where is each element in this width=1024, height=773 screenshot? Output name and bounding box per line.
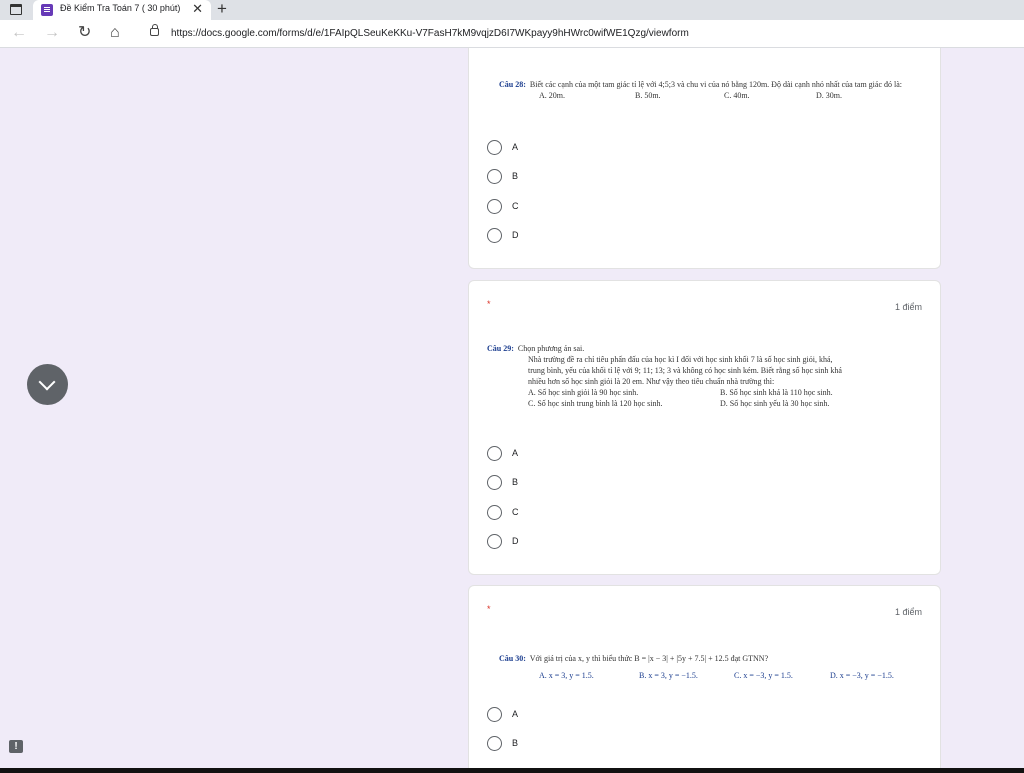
bottom-bar	[0, 768, 1024, 773]
choice-c: C. Số học sinh trung bình là 120 học sin…	[528, 399, 663, 408]
option-label: A	[512, 448, 519, 458]
option-label: A	[512, 709, 519, 719]
question-number: Câu 30:	[499, 654, 526, 663]
question-text: Nhà trường đề ra chỉ tiêu phấn đấu của h…	[487, 354, 932, 387]
question-text: Với giá trị của x, y thì biểu thức B = |…	[529, 654, 769, 663]
radio-button[interactable]	[487, 446, 502, 461]
option-label: B	[512, 738, 519, 748]
choice-d: D. Số học sinh yếu là 30 học sinh.	[720, 399, 830, 408]
question-line: Nhà trường đề ra chỉ tiêu phấn đấu của h…	[528, 355, 833, 364]
question-image: Câu 29: Chọn phương án sai. Nhà trường đ…	[487, 343, 932, 409]
tab-title: Đề Kiểm Tra Toán 7 ( 30 phút)	[60, 3, 181, 13]
choice-d: D. x = −3, y = −1.5.	[830, 671, 894, 680]
radio-button[interactable]	[487, 534, 502, 549]
question-card-29: * 1 điểm Câu 29: Chọn phương án sai. Nhà…	[468, 280, 941, 575]
choice-d: D. 30m.	[816, 91, 842, 100]
choice-b: B. 50m.	[635, 91, 661, 100]
radio-button[interactable]	[487, 140, 502, 155]
choice-a: A. x = 3, y = 1.5.	[539, 671, 594, 680]
choice-c: C. x = −3, y = 1.5.	[734, 671, 793, 680]
question-image: Câu 28: Biết các cạnh của một tam giác t…	[499, 79, 929, 101]
radio-button[interactable]	[487, 199, 502, 214]
option-label: B	[512, 477, 519, 487]
question-card-30: * 1 điểm Câu 30: Với giá trị của x, y th…	[468, 585, 941, 773]
choice-row: A. 20m. B. 50m. C. 40m. D. 30m.	[499, 90, 929, 101]
google-forms-icon	[41, 4, 53, 16]
question-image: Câu 30: Với giá trị của x, y thì biểu th…	[499, 653, 929, 682]
browser-toolbar: ← → ↻ ⌂ https://docs.google.com/forms/d/…	[0, 20, 1024, 48]
lock-icon[interactable]	[150, 24, 159, 36]
option-label: D	[512, 536, 519, 546]
question-line: nhiều hơn số học sinh giỏi là 20 em. Như…	[528, 377, 775, 386]
feedback-icon[interactable]: !	[9, 740, 23, 753]
radio-button[interactable]	[487, 736, 502, 751]
option-label: D	[512, 230, 519, 240]
question-card-28: Câu 28: Biết các cạnh của một tam giác t…	[468, 48, 941, 269]
reload-icon[interactable]: ↻	[78, 23, 91, 43]
back-icon[interactable]: ←	[11, 23, 27, 43]
address-bar[interactable]: https://docs.google.com/forms/d/e/1FAIpQ…	[171, 28, 689, 39]
choice-row: A. Số học sinh giỏi là 90 học sinh. B. S…	[528, 387, 932, 398]
choice-b: B. Số học sinh khá là 110 học sinh.	[720, 388, 833, 397]
required-asterisk: *	[487, 604, 491, 614]
choice-b: B. x = 3, y = −1.5.	[639, 671, 698, 680]
question-number: Câu 29:	[487, 344, 514, 353]
option-label: A	[512, 142, 519, 152]
forward-icon[interactable]: →	[44, 23, 60, 43]
choice-c: C. 40m.	[724, 91, 750, 100]
choice-a: A. Số học sinh giỏi là 90 học sinh.	[528, 388, 639, 397]
points-label: 1 điểm	[894, 302, 922, 312]
option-label: B	[512, 171, 519, 181]
new-tab-icon[interactable]: +	[217, 0, 227, 18]
radio-button[interactable]	[487, 475, 502, 490]
radio-button[interactable]	[487, 169, 502, 184]
choice-row: A. x = 3, y = 1.5. B. x = 3, y = −1.5. C…	[499, 670, 929, 682]
home-icon[interactable]: ⌂	[110, 23, 120, 43]
option-label: C	[512, 201, 519, 211]
points-label: 1 điểm	[894, 607, 922, 617]
radio-button[interactable]	[487, 505, 502, 520]
browser-tab[interactable]: Đề Kiểm Tra Toán 7 ( 30 phút) ✕	[33, 0, 211, 20]
question-text: Biết các cạnh của một tam giác tỉ lệ với…	[529, 80, 903, 89]
window-menu-icon[interactable]	[10, 4, 22, 15]
question-lead: Chọn phương án sai.	[517, 344, 585, 353]
question-line: trung bình, yếu của khối tỉ lệ với 9; 11…	[528, 366, 842, 375]
choice-row: C. Số học sinh trung bình là 120 học sin…	[528, 398, 932, 409]
radio-button[interactable]	[487, 228, 502, 243]
radio-button[interactable]	[487, 707, 502, 722]
tab-strip: Đề Kiểm Tra Toán 7 ( 30 phút) ✕ +	[0, 0, 1024, 20]
choice-a: A. 20m.	[539, 91, 565, 100]
scroll-down-button[interactable]	[27, 364, 68, 405]
required-asterisk: *	[487, 299, 491, 309]
option-label: C	[512, 507, 519, 517]
close-tab-icon[interactable]: ✕	[192, 2, 203, 16]
question-number: Câu 28:	[499, 80, 526, 89]
